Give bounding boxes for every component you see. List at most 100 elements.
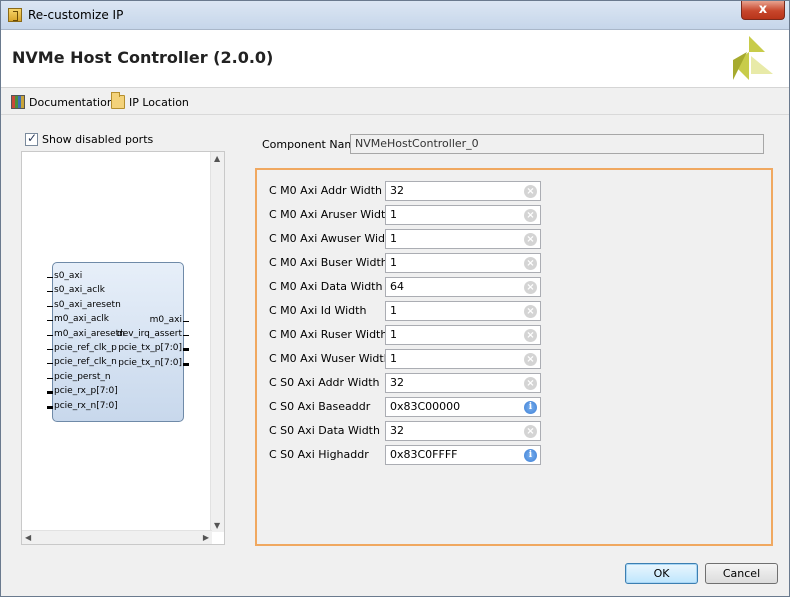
param-value: 1 (390, 352, 397, 365)
parameters-panel: C M0 Axi Addr Width 32 × C M0 Axi Aruser Wi… (255, 168, 773, 546)
param-label: C M0 Axi Data Width (269, 280, 383, 293)
ip-location-label: IP Location (129, 95, 189, 109)
param-value: 1 (390, 208, 397, 221)
param-input[interactable]: 1 × (385, 205, 541, 225)
param-value: 0x83C0FFFF (390, 448, 458, 461)
param-input[interactable]: 0x83C00000 i (385, 397, 541, 417)
horizontal-scrollbar[interactable]: ◀ ▶ (22, 530, 212, 544)
param-input[interactable]: 1 × (385, 229, 541, 249)
ok-button[interactable]: OK (625, 563, 698, 584)
clear-icon[interactable]: × (524, 305, 537, 318)
scroll-up-icon[interactable]: ▲ (214, 154, 220, 163)
param-label: C M0 Axi Id Width (269, 304, 367, 317)
clear-icon[interactable]: × (524, 281, 537, 294)
param-input[interactable]: 1 × (385, 301, 541, 321)
param-input[interactable]: 32 × (385, 421, 541, 441)
param-value: 1 (390, 304, 397, 317)
info-icon[interactable]: i (524, 401, 537, 414)
port-pin (183, 321, 189, 322)
param-row: C M0 Axi Addr Width 32 × (269, 181, 549, 201)
port-left[interactable]: m0_axi_aresetn (54, 329, 125, 339)
port-left[interactable]: s0_axi (54, 271, 82, 281)
ip-location-menu[interactable]: IP Location (111, 92, 189, 110)
scroll-left-icon[interactable]: ◀ (25, 533, 31, 542)
xilinx-logo-icon (733, 36, 773, 80)
books-icon (11, 95, 25, 109)
port-left[interactable]: s0_axi_aclk (54, 285, 105, 295)
port-left[interactable]: pcie_ref_clk_p (54, 343, 117, 353)
port-pin (47, 320, 53, 322)
param-row: C S0 Axi Baseaddr 0x83C00000 i (269, 397, 549, 417)
port-pin (47, 291, 53, 293)
param-row: C M0 Axi Awuser Width 1 × (269, 229, 549, 249)
toolbar: Documentation IP Location (1, 89, 789, 115)
param-value: 64 (390, 280, 404, 293)
checkbox-checked-icon[interactable] (25, 131, 38, 146)
ip-symbol-block[interactable]: s0_axi s0_axi_aclk s0_axi_aresetn m0_axi_ac… (47, 262, 189, 422)
param-label: C M0 Axi Buser Width (269, 256, 388, 269)
param-value: 0x83C00000 (390, 400, 461, 413)
param-input[interactable]: 1 × (385, 325, 541, 345)
cancel-button[interactable]: Cancel (705, 563, 778, 584)
component-name-field[interactable]: NVMeHostController_0 (350, 134, 764, 154)
clear-icon[interactable]: × (524, 329, 537, 342)
port-pin (47, 391, 53, 395)
port-pin (47, 305, 53, 307)
clear-icon[interactable]: × (524, 209, 537, 222)
folder-icon (111, 92, 125, 109)
param-row: C S0 Axi Data Width 32 × (269, 421, 549, 441)
clear-icon[interactable]: × (524, 185, 537, 198)
param-label: C M0 Axi Awuser Width (269, 232, 397, 245)
param-label: C S0 Axi Data Width (269, 424, 380, 437)
vertical-scrollbar[interactable]: ▲ ▼ (210, 152, 224, 532)
clear-icon[interactable]: × (524, 257, 537, 270)
param-label: C S0 Axi Addr Width (269, 376, 380, 389)
param-label: C M0 Axi Wuser Width (269, 352, 391, 365)
param-row: C M0 Axi Data Width 64 × (269, 277, 549, 297)
clear-icon[interactable]: × (524, 233, 537, 246)
port-left[interactable]: pcie_rx_p[7:0] (54, 386, 118, 396)
port-left[interactable]: pcie_ref_clk_n (54, 357, 117, 367)
param-value: 1 (390, 232, 397, 245)
param-input[interactable]: 0x83C0FFFF i (385, 445, 541, 465)
param-row: C S0 Axi Highaddr 0x83C0FFFF i (269, 445, 549, 465)
port-pin (183, 363, 189, 366)
port-right[interactable]: pcie_tx_n[7:0] (118, 358, 182, 368)
param-input[interactable]: 1 × (385, 349, 541, 369)
param-input[interactable]: 32 × (385, 373, 541, 393)
show-disabled-ports-checkbox[interactable]: Show disabled ports (25, 131, 153, 146)
port-left[interactable]: pcie_rx_n[7:0] (54, 401, 118, 411)
close-button[interactable]: x (741, 1, 785, 20)
param-row: C M0 Axi Aruser Width 1 × (269, 205, 549, 225)
param-label: C M0 Axi Addr Width (269, 184, 383, 197)
ip-icon (8, 8, 22, 22)
param-row: C M0 Axi Id Width 1 × (269, 301, 549, 321)
param-label: C S0 Axi Baseaddr (269, 400, 371, 413)
param-row: C S0 Axi Addr Width 32 × (269, 373, 549, 393)
port-left[interactable]: pcie_perst_n (54, 372, 111, 382)
port-left[interactable]: s0_axi_aresetn (54, 300, 121, 310)
scroll-right-icon[interactable]: ▶ (203, 533, 209, 542)
param-value: 32 (390, 424, 404, 437)
clear-icon[interactable]: × (524, 425, 537, 438)
port-right[interactable]: pcie_tx_p[7:0] (118, 343, 182, 353)
symbol-canvas[interactable]: s0_axi s0_axi_aclk s0_axi_aresetn m0_axi_ac… (21, 151, 225, 545)
param-value: 32 (390, 376, 404, 389)
port-pin (47, 377, 53, 379)
port-right[interactable]: m0_axi (150, 315, 182, 325)
symbol-panel: Show disabled ports s0_axis0_axi_aclks0_… (19, 129, 227, 547)
param-input[interactable]: 64 × (385, 277, 541, 297)
clear-icon[interactable]: × (524, 353, 537, 366)
port-left[interactable]: m0_axi_aclk (54, 314, 109, 324)
param-input[interactable]: 32 × (385, 181, 541, 201)
port-pin (183, 335, 189, 336)
documentation-menu[interactable]: Documentation (11, 94, 114, 110)
param-value: 32 (390, 184, 404, 197)
scroll-down-icon[interactable]: ▼ (214, 521, 220, 530)
port-right[interactable]: dev_irq_assert (117, 329, 182, 339)
param-row: C M0 Axi Buser Width 1 × (269, 253, 549, 273)
param-input[interactable]: 1 × (385, 253, 541, 273)
title-bar[interactable]: Re-customize IP x (1, 1, 789, 30)
info-icon[interactable]: i (524, 449, 537, 462)
clear-icon[interactable]: × (524, 377, 537, 390)
